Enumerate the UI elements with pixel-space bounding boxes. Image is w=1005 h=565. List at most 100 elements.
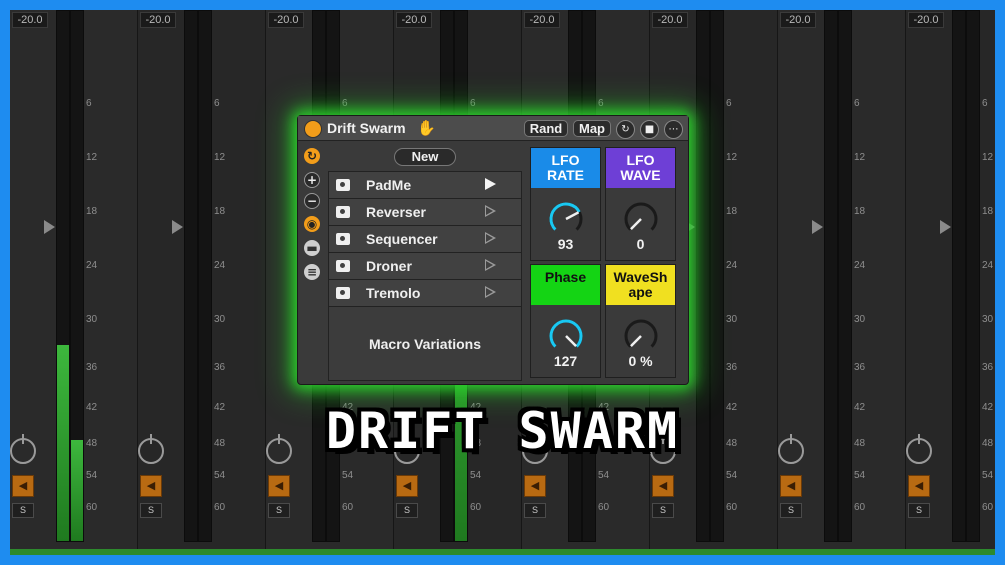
camera-icon[interactable] [336, 287, 350, 299]
waveshape-knob[interactable] [622, 317, 660, 355]
db-scale: 6121824303642485460 [854, 10, 882, 550]
play-icon[interactable] [485, 259, 496, 271]
phase-knob[interactable] [547, 317, 585, 355]
track-activator-speaker-icon[interactable]: ◀ [908, 475, 930, 497]
level-meter [710, 10, 724, 542]
track-activator-speaker-icon[interactable]: ◀ [652, 475, 674, 497]
play-icon[interactable] [485, 286, 496, 298]
volume-readout[interactable]: -20.0 [396, 12, 432, 28]
db-tick-label: 36 [982, 362, 994, 373]
volume-readout[interactable]: -20.0 [652, 12, 688, 28]
volume-readout[interactable]: -20.0 [524, 12, 560, 28]
track-activator-speaker-icon[interactable]: ◀ [780, 475, 802, 497]
list-icon[interactable]: ≡ [304, 264, 320, 280]
volume-readout[interactable]: -20.0 [268, 12, 304, 28]
db-tick-label: 12 [726, 152, 738, 163]
db-tick-label: 36 [854, 362, 866, 373]
solo-button[interactable]: S [524, 503, 546, 518]
save-icon[interactable]: ■ [640, 120, 659, 139]
db-tick-label: 30 [854, 314, 866, 325]
track-activator-speaker-icon[interactable]: ◀ [12, 475, 34, 497]
camera-icon[interactable] [336, 206, 350, 218]
db-tick-label: 54 [470, 470, 482, 481]
more-options-icon[interactable]: ⋯ [664, 120, 683, 139]
db-tick-label: 6 [598, 98, 604, 109]
list-item[interactable]: Reverser [329, 199, 521, 226]
solo-button[interactable]: S [908, 503, 930, 518]
macro-name: LFO WAVE [606, 148, 675, 188]
db-tick-label: 54 [982, 470, 994, 481]
solo-button[interactable]: S [780, 503, 802, 518]
drift-swarm-device: Drift Swarm ✋ Rand Map ↻ ■ ⋯ ↻ + − ◉ ▬ ≡… [297, 115, 689, 385]
play-icon[interactable] [485, 232, 496, 244]
solo-button[interactable]: S [652, 503, 674, 518]
camera-icon[interactable] [336, 233, 350, 245]
track-arrow-icon[interactable] [44, 220, 55, 234]
db-scale: 6121824303642485460 [86, 10, 114, 550]
db-tick-label: 60 [214, 502, 226, 513]
hot-swap-icon[interactable]: ↻ [616, 120, 635, 139]
solo-button[interactable]: S [140, 503, 162, 518]
new-variation-button[interactable]: New [394, 148, 456, 166]
variation-label: Droner [366, 258, 412, 274]
level-meter [824, 10, 838, 542]
volume-readout[interactable]: -20.0 [140, 12, 176, 28]
db-tick-label: 6 [982, 98, 988, 109]
db-tick-label: 54 [86, 470, 98, 481]
solo-button[interactable]: S [396, 503, 418, 518]
solo-button[interactable]: S [12, 503, 34, 518]
track-activator-speaker-icon[interactable]: ◀ [268, 475, 290, 497]
variation-label: Tremolo [366, 285, 421, 301]
db-tick-label: 60 [470, 502, 482, 513]
macro-value: 0 [636, 236, 645, 252]
play-icon[interactable] [485, 205, 496, 217]
list-item[interactable]: PadMe [329, 172, 521, 199]
track-activator-speaker-icon[interactable]: ◀ [140, 475, 162, 497]
add-variation-icon[interactable]: + [304, 172, 320, 188]
play-icon[interactable] [485, 178, 496, 190]
randomize-icon[interactable]: ↻ [304, 148, 320, 164]
layout-icon[interactable]: ▬ [304, 240, 320, 256]
lfo-rate-knob[interactable] [547, 200, 585, 238]
level-meter [198, 10, 212, 542]
camera-mode-icon[interactable]: ◉ [304, 216, 320, 232]
volume-readout[interactable]: -20.0 [908, 12, 944, 28]
mixer-strip: -20.06121824303642485460◀S [778, 10, 906, 555]
macro-phase: Phase 127 [530, 264, 601, 378]
solo-button[interactable]: S [268, 503, 290, 518]
list-item[interactable]: Sequencer [329, 226, 521, 253]
volume-readout[interactable]: -20.0 [780, 12, 816, 28]
camera-icon[interactable] [336, 179, 350, 191]
track-arrow-icon[interactable] [812, 220, 823, 234]
db-tick-label: 24 [86, 260, 98, 271]
db-tick-label: 6 [342, 98, 348, 109]
list-item[interactable]: Tremolo [329, 280, 521, 307]
level-meter [184, 10, 198, 542]
lfo-wave-knob[interactable] [622, 200, 660, 238]
db-tick-label: 18 [726, 206, 738, 217]
camera-icon[interactable] [336, 260, 350, 272]
device-power-button[interactable] [304, 120, 322, 138]
list-item[interactable]: Droner [329, 253, 521, 280]
db-tick-label: 54 [598, 470, 610, 481]
rand-button[interactable]: Rand [524, 120, 568, 137]
overlay-title: DRIFT SWARM [325, 402, 680, 460]
track-arrow-icon[interactable] [940, 220, 951, 234]
db-tick-label: 24 [854, 260, 866, 271]
variation-label: Reverser [366, 204, 426, 220]
level-meter [952, 10, 966, 542]
db-tick-label: 6 [470, 98, 476, 109]
map-button[interactable]: Map [573, 120, 611, 137]
remove-variation-icon[interactable]: − [304, 193, 320, 209]
db-tick-label: 6 [854, 98, 860, 109]
track-activator-speaker-icon[interactable]: ◀ [396, 475, 418, 497]
volume-readout[interactable]: -20.0 [12, 12, 48, 28]
track-activator-speaker-icon[interactable]: ◀ [524, 475, 546, 497]
track-arrow-icon[interactable] [172, 220, 183, 234]
db-tick-label: 6 [726, 98, 732, 109]
mixer-strip: -20.06121824303642485460◀S [138, 10, 266, 555]
db-tick-label: 24 [982, 260, 994, 271]
db-scale: 6121824303642485460 [982, 10, 995, 550]
macro-lfo-rate: LFO RATE 93 [530, 147, 601, 261]
macro-name: LFO RATE [531, 148, 600, 188]
